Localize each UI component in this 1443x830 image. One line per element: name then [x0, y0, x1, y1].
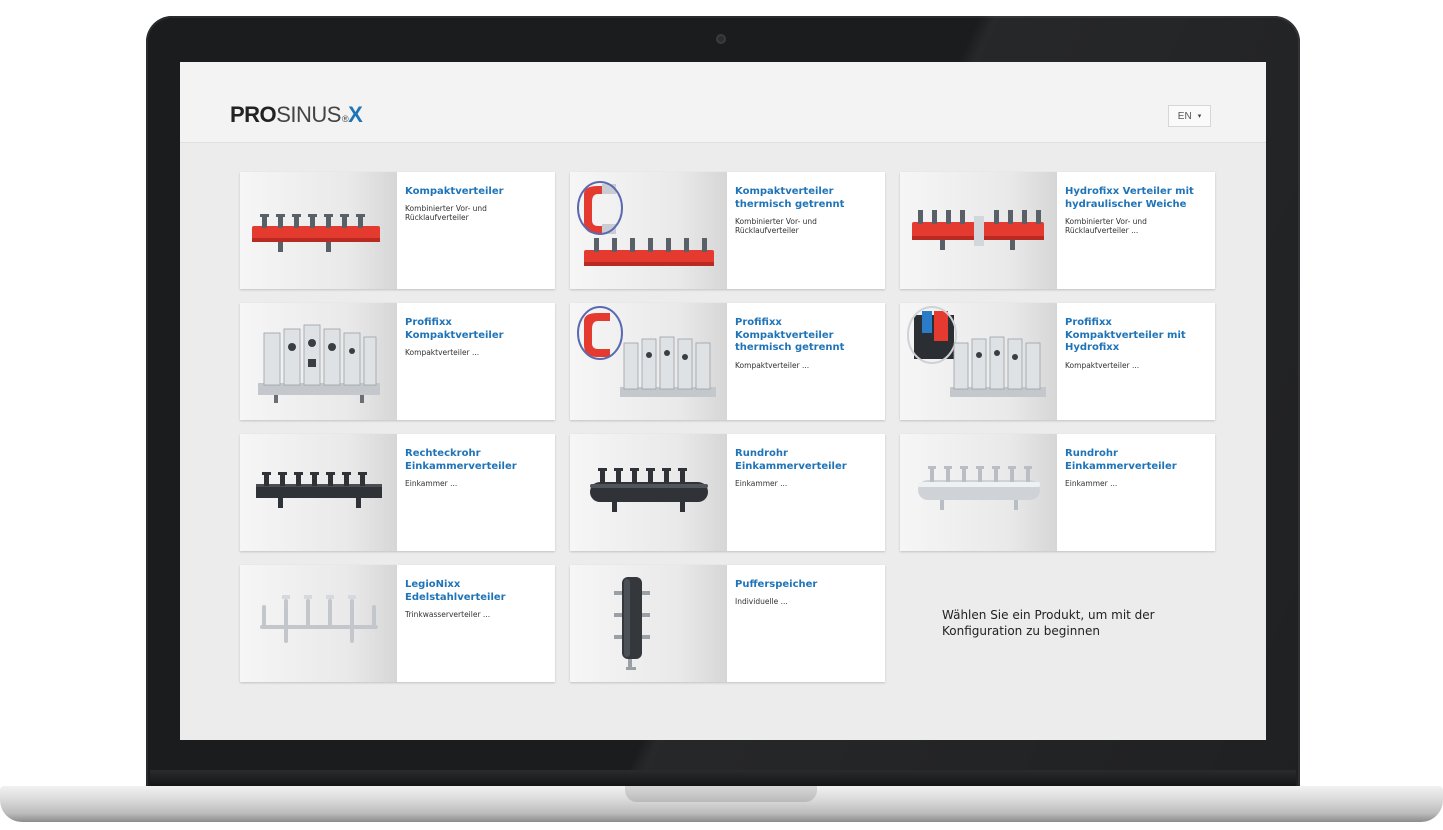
- product-description: Kompaktverteiler ...: [1065, 361, 1140, 370]
- steel-pump-group-hydrofixx-icon: [907, 306, 1046, 397]
- product-card-kompaktverteiler[interactable]: Kompaktverteiler Kombinierter Vor- und R…: [240, 172, 555, 289]
- product-image-black-rectangular-manifold: [240, 434, 397, 551]
- red-manifold-icon: [252, 214, 380, 252]
- product-card-profifixx-thermisch[interactable]: Profifixx Kompaktverteiler thermisch get…: [570, 303, 885, 420]
- product-title: Rechteckrohr Einkammerverteiler: [405, 448, 517, 472]
- red-manifold-hydraulic-icon: [912, 210, 1044, 250]
- product-card-pufferspeicher[interactable]: Pufferspeicher Individuelle ...: [570, 565, 885, 682]
- black-round-manifold-icon: [590, 468, 708, 512]
- product-description: Individuelle ...: [735, 597, 788, 606]
- product-description: Kombinierter Vor- und Rücklaufverteiler: [405, 204, 487, 222]
- product-title: Profifixx Kompaktverteiler mit Hydrofixx: [1065, 317, 1186, 353]
- language-select[interactable]: EN ▾: [1168, 105, 1211, 127]
- product-description: Kombinierter Vor- und Rücklaufverteiler …: [1065, 217, 1147, 235]
- product-image-red-manifold-hydraulic: [900, 172, 1057, 289]
- product-description: Einkammer ...: [1065, 479, 1118, 488]
- app-header: PRO SINUS ® X EN ▾: [180, 62, 1266, 143]
- prosinus-logo[interactable]: PRO SINUS ® X: [230, 102, 363, 132]
- product-image-black-round-manifold: [570, 434, 727, 551]
- product-title: Pufferspeicher: [735, 579, 818, 590]
- steel-pump-group-icon: [258, 324, 380, 403]
- black-rectangular-manifold-icon: [256, 472, 382, 508]
- chevron-down-icon: ▾: [1197, 113, 1202, 120]
- product-description: Einkammer ...: [405, 479, 458, 488]
- product-description: Kompaktverteiler ...: [405, 348, 480, 357]
- stainless-potable-water-manifold-icon: [260, 595, 378, 643]
- product-title: Kompaktverteiler thermisch getrennt: [735, 186, 845, 210]
- product-card-rundrohr-black[interactable]: Rundrohr Einkammerverteiler Einkammer ..…: [570, 434, 885, 551]
- product-title: Profifixx Kompaktverteiler thermisch get…: [735, 317, 845, 353]
- product-title: LegioNixx Edelstahlverteiler: [405, 579, 506, 603]
- stainless-round-manifold-icon: [918, 466, 1040, 510]
- product-image-steel-pump-group-hydrofixx: [900, 303, 1057, 420]
- product-image-stainless-potable-water-manifold: [240, 565, 397, 682]
- product-image-stainless-round-manifold: [900, 434, 1057, 551]
- webcam-icon: [716, 34, 726, 44]
- product-title: Profifixx Kompaktverteiler: [405, 317, 504, 341]
- product-image-steel-pump-group: [240, 303, 397, 420]
- app-screen: PRO SINUS ® X EN ▾ Kompaktverteiler Komb…: [180, 62, 1266, 740]
- product-card-hydrofixx[interactable]: Hydrofixx Verteiler mit hydraulischer We…: [900, 172, 1215, 289]
- product-description: Trinkwasserverteiler ...: [405, 610, 491, 619]
- product-card-profifixx-hydrofixx[interactable]: Profifixx Kompaktverteiler mit Hydrofixx…: [900, 303, 1215, 420]
- product-card-kompaktverteiler-thermisch[interactable]: Kompaktverteiler thermisch getrennt Komb…: [570, 172, 885, 289]
- product-title: Kompaktverteiler: [405, 186, 504, 197]
- product-description: Kompaktverteiler ...: [735, 361, 810, 370]
- product-image-red-manifold-thermal: [570, 172, 727, 289]
- laptop-base-notch: [625, 786, 817, 802]
- product-title: Rundrohr Einkammerverteiler: [735, 448, 847, 472]
- red-manifold-thermal-icon: [577, 181, 714, 266]
- product-image-buffer-tank: [570, 565, 727, 682]
- language-value: EN: [1177, 110, 1192, 122]
- logo-part1: PRO: [230, 102, 277, 127]
- selection-prompt: Wählen Sie ein Produkt, um mit der Konfi…: [942, 608, 1155, 638]
- product-image-red-compact-manifold: [240, 172, 397, 289]
- buffer-tank-icon: [614, 577, 650, 670]
- logo-part2: SINUS: [276, 102, 341, 127]
- product-image-steel-pump-group-thermal: [570, 303, 727, 420]
- product-card-profifixx[interactable]: Profifixx Kompaktverteiler Kompaktvertei…: [240, 303, 555, 420]
- logo-part3: X: [348, 102, 363, 127]
- product-title: Rundrohr Einkammerverteiler: [1065, 448, 1177, 472]
- steel-pump-group-thermal-icon: [577, 306, 716, 397]
- product-title: Hydrofixx Verteiler mit hydraulischer We…: [1065, 186, 1194, 210]
- product-description: Einkammer ...: [735, 479, 788, 488]
- product-description: Kombinierter Vor- und Rücklaufverteiler: [735, 217, 817, 235]
- product-card-legionixx[interactable]: LegioNixx Edelstahlverteiler Trinkwasser…: [240, 565, 555, 682]
- product-card-rundrohr-steel[interactable]: Rundrohr Einkammerverteiler Einkammer ..…: [900, 434, 1215, 551]
- product-card-rechteckrohr[interactable]: Rechteckrohr Einkammerverteiler Einkamme…: [240, 434, 555, 551]
